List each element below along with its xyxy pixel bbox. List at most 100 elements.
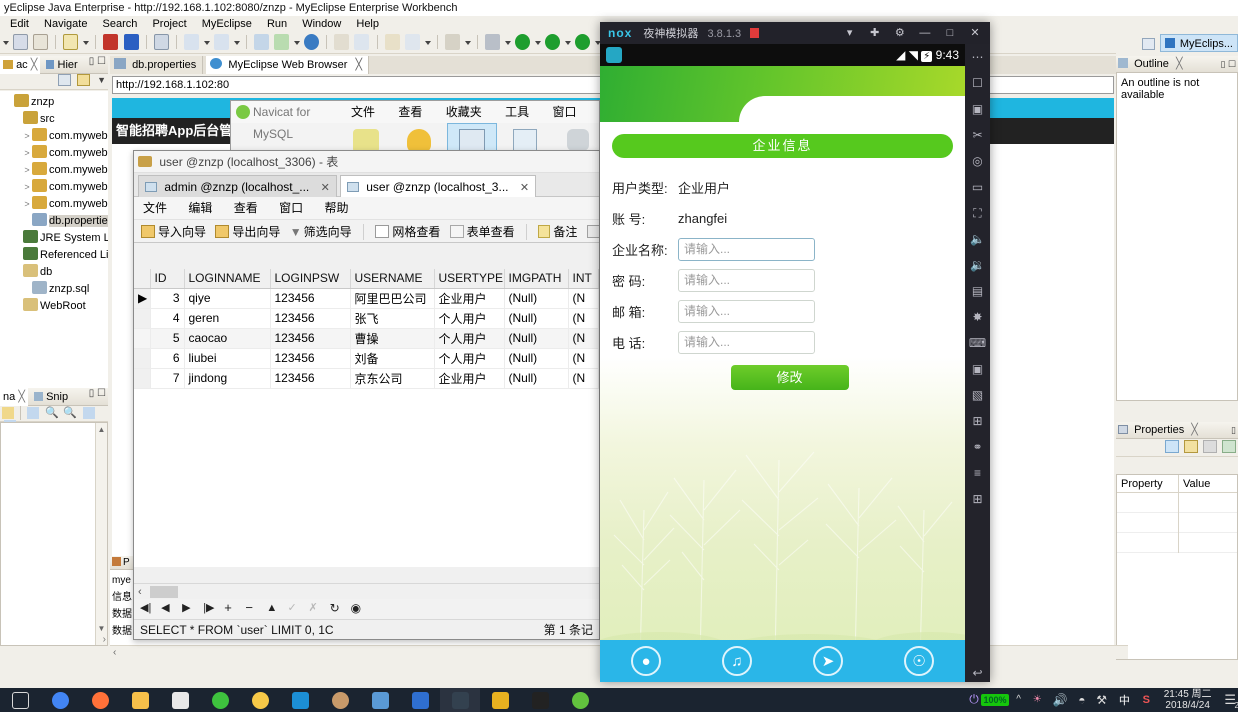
cancel-icon[interactable]: ✗ [309, 599, 327, 617]
navicat-table-toolbar[interactable]: 导入向导 导出向导 ▼筛选向导 网格查看 表单查看 备注 十六进制 [134, 219, 599, 243]
external-tools-dropdown-icon[interactable] [464, 34, 471, 50]
perspective-switcher[interactable]: MyEclips... [1141, 34, 1238, 54]
back-icon[interactable]: ↩ [965, 660, 990, 682]
snippets-tabstrip[interactable]: na ╳ Snip ▯ ☐ [0, 388, 108, 406]
cell-loginname[interactable]: liubei [184, 348, 271, 369]
cell-id[interactable]: 7 [150, 368, 185, 389]
cell-imgpath[interactable]: (Null) [504, 328, 569, 349]
view-minimize-maximize-icons[interactable]: ▯ ☐ [89, 388, 106, 399]
cell-username[interactable]: 刘备 [350, 348, 435, 369]
cell-loginpsw[interactable]: 123456 [270, 288, 351, 309]
android-screen[interactable]: ◢ ◥ ⚡ 9:43 企业信息 用户类型: 企业用户 账 号: zhangfei… [600, 44, 965, 682]
windows-taskbar[interactable]: ⏻ 100% ^ ☀ 🔊 ◓ ⚒ 中 S 21:45 周二 2018/4/24 … [0, 688, 1238, 712]
search-java-icon[interactable] [183, 34, 199, 50]
multi-instance-icon[interactable]: ⊞ [965, 408, 990, 434]
tab-admin-table[interactable]: admin @znzp (localhost_... ✕ [138, 175, 337, 197]
table-row[interactable] [1117, 533, 1237, 553]
tree-expander-icon[interactable]: > [22, 179, 32, 196]
deploy2-icon[interactable] [274, 34, 290, 50]
image-icon[interactable] [27, 407, 40, 420]
perspective-myeclipse[interactable]: MyEclips... [1159, 34, 1238, 52]
link-with-editor-icon[interactable] [77, 74, 91, 87]
run-dropdown-icon[interactable] [534, 34, 542, 50]
tree-expander-icon[interactable]: > [22, 128, 32, 145]
tab-user-table[interactable]: user @znzp (localhost_3... ✕ [339, 175, 537, 197]
open-perspective-icon[interactable] [1141, 38, 1155, 51]
sogou-icon[interactable]: S [1143, 694, 1150, 706]
taskbar-item-nox-player[interactable] [440, 688, 480, 712]
properties-grid[interactable]: Property Value [1116, 474, 1238, 660]
column-header-loginpsw[interactable]: LOGINPSW [270, 269, 351, 289]
cell-usertype[interactable]: 企业用户 [434, 288, 505, 309]
menu-item-view[interactable]: 查看 [388, 101, 432, 123]
memo-button[interactable]: 备注 [535, 222, 580, 242]
cell-usertype[interactable]: 个人用户 [434, 328, 505, 349]
taskbar-item-navicat[interactable] [400, 688, 440, 712]
stop-icon[interactable]: ◉ [351, 599, 369, 617]
new-wizard-dropdown-icon[interactable] [82, 34, 90, 50]
last-record-icon[interactable]: |▶ [203, 599, 221, 617]
toolbar-dropdown-icon[interactable] [2, 34, 9, 50]
tree-item-src[interactable]: src [2, 111, 108, 128]
lock-icon[interactable] [153, 34, 169, 50]
keyboard-mapping-icon[interactable]: ⌨ [965, 330, 990, 356]
menu-item-tools[interactable]: 工具 [495, 101, 539, 123]
email-input[interactable]: 请输入... [678, 299, 815, 323]
taskbar-item-firefox[interactable] [80, 688, 120, 712]
nox-title-bar[interactable]: nox 夜神模拟器 3.8.1.3 ▾ ✚ ⚙ — □ ✕ [600, 22, 990, 44]
bluetooth-icon[interactable]: ⚒ [1096, 693, 1107, 707]
cell-username[interactable]: 京东公司 [350, 368, 435, 389]
taskbar-item-navicat-window[interactable] [560, 688, 600, 712]
scrollbar-thumb[interactable] [150, 586, 178, 598]
delete-record-icon[interactable]: − [245, 599, 263, 617]
taskbar-item-wechat[interactable] [200, 688, 240, 712]
menu-item-window[interactable]: 窗口 [542, 101, 586, 123]
run-icon[interactable] [515, 34, 531, 50]
maximize-icon[interactable]: □ [939, 22, 961, 44]
menu-item-project[interactable]: Project [146, 16, 192, 32]
view-menu-icon[interactable]: ▼ [97, 75, 106, 85]
external-tools-icon[interactable] [444, 34, 460, 50]
tree-expander-icon[interactable]: > [22, 196, 32, 213]
notifications-icon[interactable]: ☰ 2 [1224, 692, 1238, 710]
deploy-dropdown-icon[interactable] [293, 34, 301, 50]
cell-loginname[interactable]: jindong [184, 368, 271, 389]
properties-toolbar[interactable] [1116, 439, 1238, 457]
more-icon[interactable]: ⋯ [965, 44, 990, 70]
form-view-button[interactable]: 表单查看 [447, 222, 518, 242]
tab-hierarchy[interactable]: Hier [43, 56, 80, 74]
navicat-tabstrip[interactable]: admin @znzp (localhost_... ✕ user @znzp … [134, 173, 599, 197]
run-config-dropdown-icon[interactable] [564, 34, 572, 50]
cell-id[interactable]: 5 [150, 328, 185, 349]
battery-indicator[interactable]: 100% [981, 693, 1009, 706]
enterprise-info-form[interactable]: 用户类型: 企业用户 账 号: zhangfei 企业名称: 请输入... 密 … [600, 172, 965, 390]
system-tray[interactable]: ⏻ 100% ^ ☀ 🔊 ◓ ⚒ 中 S 21:45 周二 2018/4/24 … [969, 688, 1238, 712]
save-all-icon[interactable] [33, 34, 49, 50]
monitor-icon[interactable]: ▭ [965, 174, 990, 200]
company-name-input[interactable]: 请输入... [678, 237, 815, 261]
cell-int[interactable]: (N [568, 308, 599, 329]
location-icon[interactable]: ◎ [965, 148, 990, 174]
taskbar-item-file-explorer[interactable] [120, 688, 160, 712]
customize-icon[interactable] [2, 407, 14, 420]
menu-item-favorites[interactable]: 收藏夹 [436, 101, 492, 123]
pin-properties-icon[interactable] [1222, 440, 1236, 453]
cell-loginname[interactable]: qiye [184, 288, 271, 309]
new-interface-icon[interactable] [404, 34, 420, 50]
megaphone-icon[interactable]: ♫ [722, 646, 752, 676]
table-row[interactable]: 4 geren 123456 张飞 个人用户 (Null) (N [134, 308, 599, 329]
add-icon[interactable]: ⊞ [965, 486, 990, 512]
snippets-vertical-scrollbar[interactable]: ▲ ▼ [95, 423, 107, 645]
cell-id[interactable]: 3 [150, 288, 185, 309]
column-header-imgpath[interactable]: IMGPATH [504, 269, 569, 289]
scroll-left-icon[interactable]: ‹ [138, 584, 142, 600]
fit-icon[interactable] [82, 407, 95, 420]
chevron-up-icon[interactable]: ^ [1016, 694, 1021, 705]
screenshot-icon[interactable]: ▤ [965, 278, 990, 304]
nox-emulator-window[interactable]: nox 夜神模拟器 3.8.1.3 ▾ ✚ ⚙ — □ ✕ ◢ ◥ ⚡ 9:43 [600, 22, 990, 682]
zoom-out-icon[interactable]: 🔍 [45, 407, 59, 419]
search-file-dropdown-icon[interactable] [233, 34, 240, 50]
outline-tabstrip[interactable]: Outline ╳ ▯ ☐ [1116, 56, 1238, 73]
profile-icon[interactable] [575, 34, 591, 50]
taskbar-item-chrome[interactable] [40, 688, 80, 712]
